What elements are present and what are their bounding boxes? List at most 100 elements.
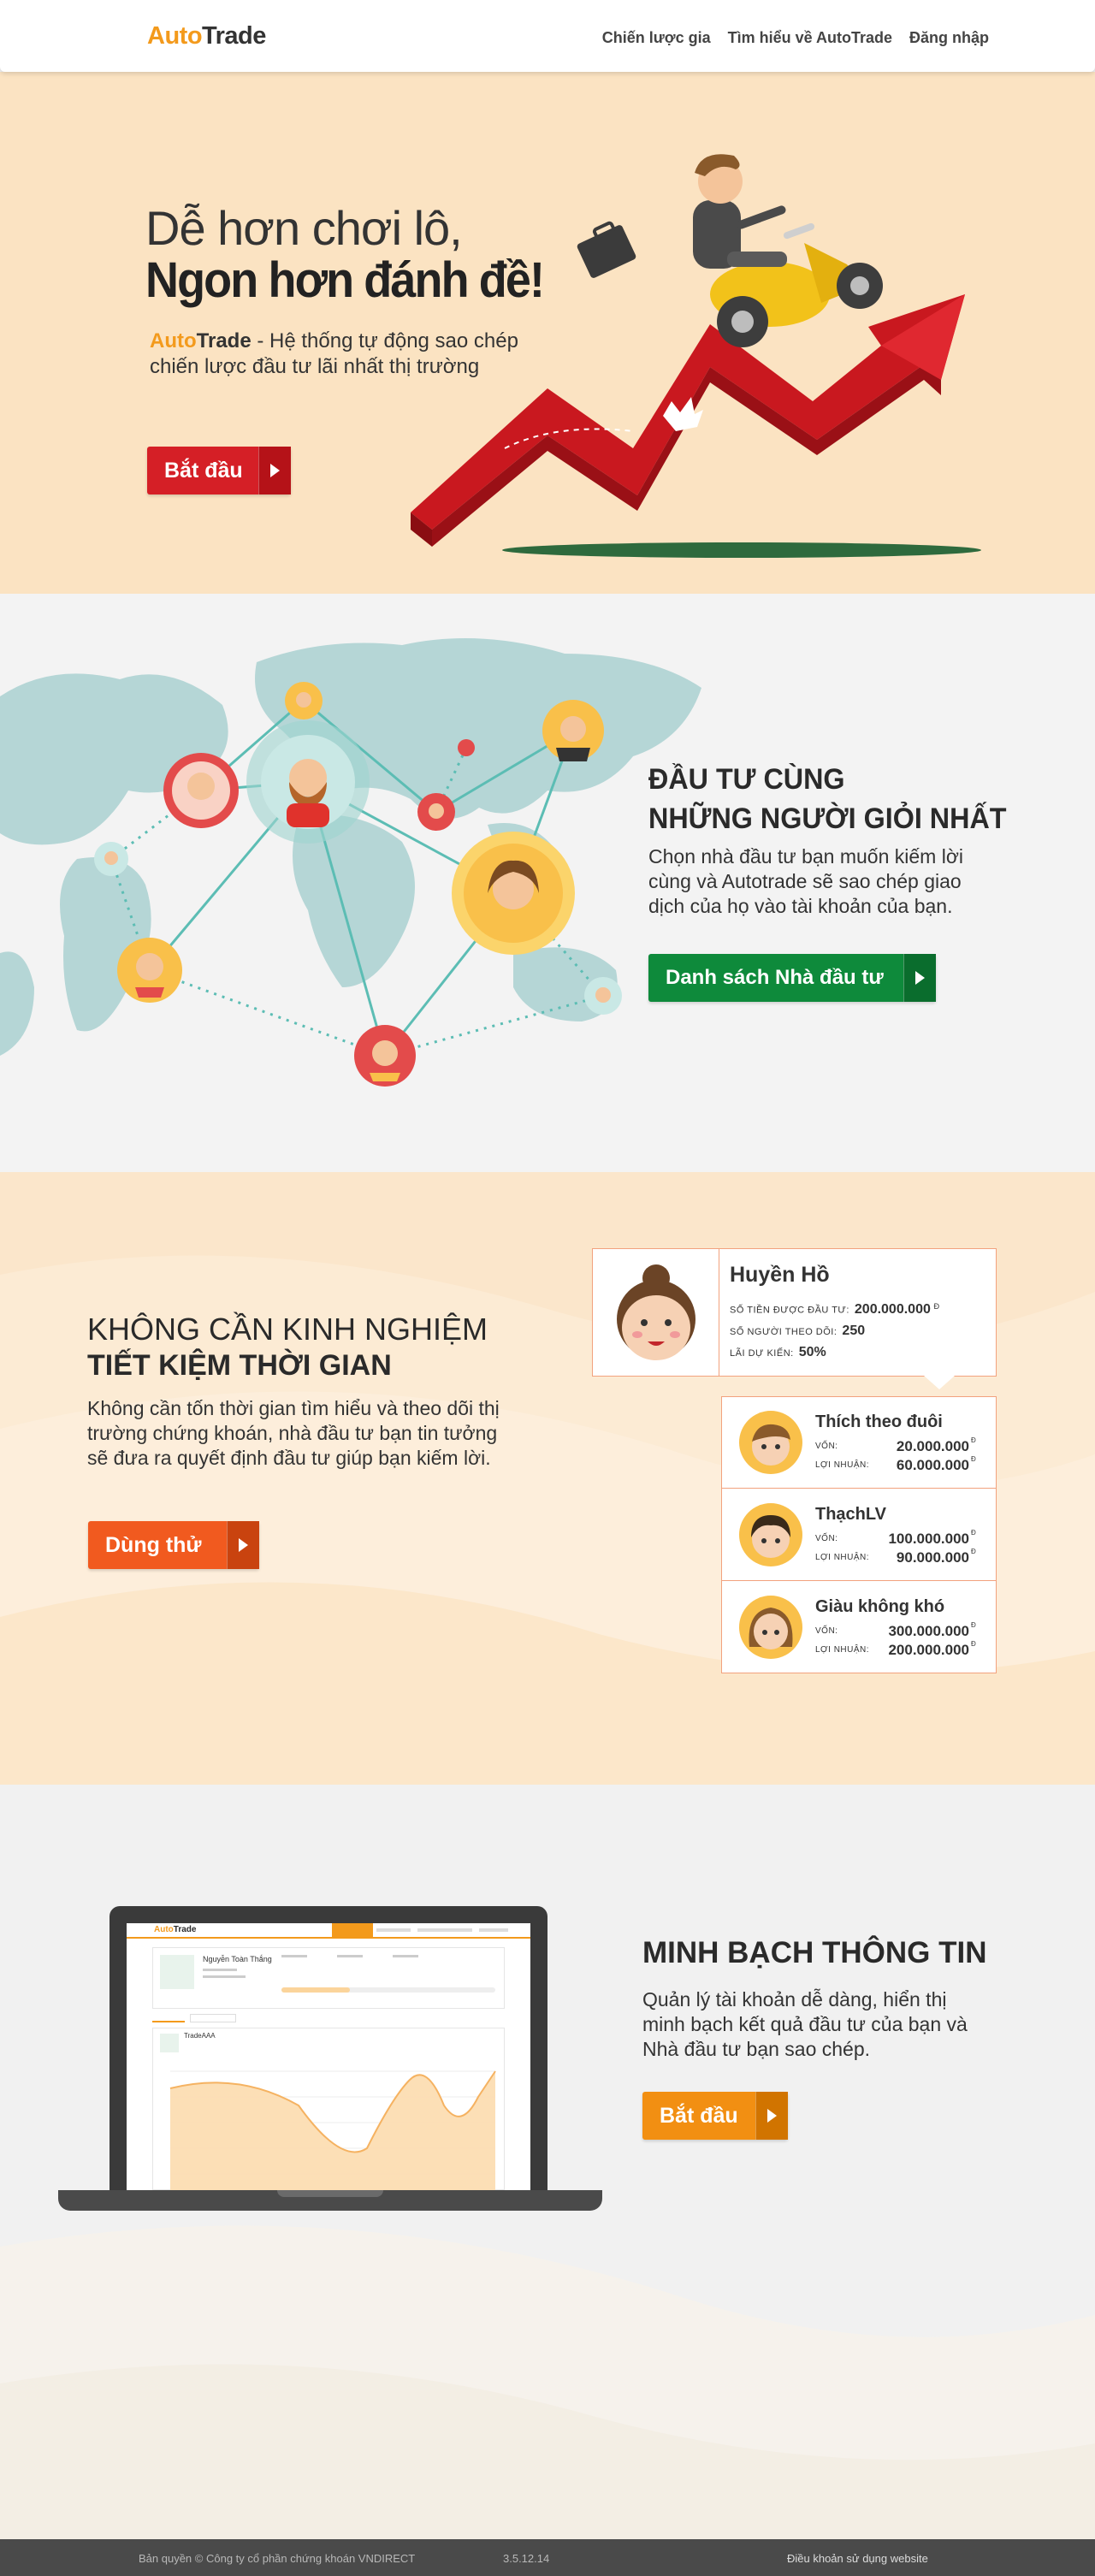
investors-text: Chọn nhà đầu tư bạn muốn kiếm lời cùng v…: [648, 845, 964, 917]
capital-label: Vốn:: [815, 1626, 838, 1636]
investors-title-line2: NHỮNG NGƯỜI GIỎI NHẤT: [648, 802, 1007, 835]
laptop-account-name: TradeAAA: [184, 2032, 216, 2040]
leader-invested-value: 200.000.000: [854, 1301, 931, 1317]
laptop-logo-auto: Auto: [154, 1925, 174, 1934]
currency-symbol: đ: [971, 1529, 977, 1537]
experience-title-line1: KHÔNG CẦN KINH NGHIỆM: [87, 1312, 488, 1347]
transparency-title: MINH BẠCH THÔNG TIN: [642, 1936, 987, 1969]
leader-info: Huyền Hồ Số tiền được đầu tư: 200.000.000…: [730, 1263, 940, 1364]
laptop-avatar: [160, 1955, 194, 1989]
nav-strategists[interactable]: Chiến lược gia: [602, 29, 711, 47]
currency-symbol: đ: [933, 1302, 940, 1311]
profit-value: 60.000.000: [896, 1457, 969, 1473]
leader-invested-label: Số tiền được đầu tư:: [730, 1305, 849, 1316]
leader-invested: Số tiền được đầu tư: 200.000.000 đ: [730, 1296, 940, 1321]
capital-label: Vốn:: [815, 1442, 838, 1451]
follower-name: Thích theo đuôi: [815, 1412, 943, 1431]
hero-start-button[interactable]: Bắt đầu: [147, 447, 291, 494]
footer-version: 3.5.12.14: [503, 2552, 550, 2565]
follower-name: Giàu không khó: [815, 1597, 945, 1616]
leader-expected: Lãi dự kiến: 50%: [730, 1342, 940, 1364]
try-button[interactable]: Dùng thử: [88, 1521, 259, 1569]
laptop-area-chart: [169, 2070, 496, 2190]
laptop-app-header: AutoTrade: [127, 1923, 530, 1939]
transparency-start-button[interactable]: Bắt đầu: [642, 2092, 788, 2140]
arrow-right-icon: [903, 954, 936, 1002]
currency-symbol: đ: [971, 1621, 977, 1629]
leader-card[interactable]: Huyền Hồ Số tiền được đầu tư: 200.000.000…: [592, 1248, 997, 1377]
followers-list: Thích theo đuôi Vốn: 20.000.000 đ Lợi nhuậ…: [721, 1396, 997, 1673]
profit-value: 90.000.000: [896, 1549, 969, 1566]
follower-capital: Vốn: 300.000.000 đ: [815, 1621, 976, 1639]
transparency-text: Quản lý tài khoản dễ dàng, hiển thị minh…: [642, 1988, 968, 2060]
follower-item[interactable]: ThạchLV Vốn: 100.000.000 đ Lợi nhuận: 90.00…: [722, 1489, 996, 1581]
transparency-start-label: Bắt đầu: [660, 2103, 738, 2128]
follower-avatar: [739, 1503, 802, 1566]
laptop-hinge: [277, 2190, 383, 2197]
capital-value: 300.000.000: [888, 1623, 969, 1639]
investor-list-button[interactable]: Danh sách Nhà đầu tư: [648, 954, 936, 1002]
hero-start-label: Bắt đầu: [164, 458, 243, 483]
hero-sub-brand-auto: Auto: [150, 329, 197, 352]
hero-section: Dễ hơn chơi lô, Ngon hơn đánh đề! AutoTr…: [0, 72, 1095, 594]
capital-label: Vốn:: [815, 1534, 838, 1543]
nav-about[interactable]: Tìm hiểu về AutoTrade: [728, 29, 892, 47]
follower-capital: Vốn: 100.000.000 đ: [815, 1529, 976, 1547]
laptop-profile-card: Nguyễn Toàn Thắng: [152, 1947, 505, 2009]
capital-value: 20.000.000: [896, 1438, 969, 1454]
leader-expected-label: Lãi dự kiến:: [730, 1347, 794, 1359]
nav-login[interactable]: Đăng nhập: [909, 29, 989, 47]
leader-followers-label: Số người theo dõi:: [730, 1326, 838, 1337]
follower-profit: Lợi nhuận: 60.000.000 đ: [815, 1455, 976, 1473]
laptop-logo-trade: Trade: [173, 1925, 197, 1934]
leader-name: Huyền Hồ: [730, 1263, 830, 1287]
logo-auto: Auto: [147, 22, 203, 50]
investors-title-line1: ĐẦU TƯ CÙNG: [648, 763, 845, 796]
laptop-chart-panel: TradeAAA: [152, 2028, 505, 2190]
currency-symbol: đ: [971, 1548, 977, 1555]
profit-label: Lợi nhuận:: [815, 1553, 870, 1562]
follower-item[interactable]: Giàu không khó Vốn: 300.000.000 đ Lợi nhuậ…: [722, 1582, 996, 1673]
follower-profit: Lợi nhuận: 90.000.000 đ: [815, 1548, 976, 1566]
follower-avatar: [739, 1411, 802, 1474]
leader-expected-value: 50%: [798, 1344, 826, 1359]
investors-title: ĐẦU TƯ CÙNG NHỮNG NGƯỜI GIỎI NHẤT: [648, 760, 1007, 838]
footer-copyright: Bản quyền © Công ty cổ phần chứng khoán …: [139, 2552, 416, 2565]
capital-value: 100.000.000: [888, 1531, 969, 1547]
try-label: Dùng thử: [105, 1532, 202, 1557]
hero-sub-brand-trade: Trade: [196, 329, 252, 352]
footer-terms-link[interactable]: Điều khoản sử dụng website: [787, 2552, 928, 2565]
page: AutoTrade Chiến lược gia Tìm hiểu về Aut…: [0, 0, 1095, 2576]
laptop-user-name: Nguyễn Toàn Thắng: [203, 1955, 272, 1963]
card-pointer: [924, 1376, 955, 1389]
hero-subtitle: AutoTrade - Hệ thống tự động sao chép ch…: [150, 329, 560, 380]
hero-title-line1: Dễ hơn chơi lô,: [145, 201, 463, 255]
currency-symbol: đ: [971, 1640, 977, 1648]
footer: Bản quyền © Công ty cổ phần chứng khoán …: [0, 2539, 1095, 2576]
arrow-right-icon: [227, 1521, 259, 1569]
logo[interactable]: AutoTrade: [147, 22, 266, 50]
leader-avatar: [593, 1249, 719, 1376]
follower-name: ThạchLV: [815, 1505, 886, 1524]
leader-followers: Số người theo dõi: 250: [730, 1321, 940, 1342]
currency-symbol: đ: [971, 1436, 977, 1444]
experience-title-line2: TIẾT KIỆM THỜI GIAN: [87, 1349, 392, 1382]
profit-value: 200.000.000: [888, 1642, 969, 1658]
main-nav: Chiến lược gia Tìm hiểu về AutoTrade Đăn…: [602, 29, 989, 47]
profit-label: Lợi nhuận:: [815, 1645, 870, 1655]
transparency-section: AutoTrade Nguyễn Toàn Thắng TradeAAA: [0, 1785, 1095, 2539]
hero-title-line2: Ngon hơn đánh đề!: [145, 252, 545, 308]
laptop-app-logo: AutoTrade: [154, 1925, 196, 1934]
currency-symbol: đ: [971, 1455, 977, 1463]
leader-followers-value: 250: [842, 1323, 866, 1338]
follower-item[interactable]: Thích theo đuôi Vốn: 20.000.000 đ Lợi nhuậ…: [722, 1397, 996, 1489]
world-network-illustration: [0, 638, 701, 1087]
logo-trade: Trade: [202, 22, 266, 50]
header: AutoTrade Chiến lược gia Tìm hiểu về Aut…: [0, 0, 1095, 72]
experience-text: Không cần tốn thời gian tìm hiểu và theo…: [87, 1397, 500, 1469]
follower-avatar: [739, 1596, 802, 1659]
follower-profit: Lợi nhuận: 200.000.000 đ: [815, 1640, 976, 1658]
laptop-screen: AutoTrade Nguyễn Toàn Thắng TradeAAA: [127, 1923, 530, 2190]
profit-label: Lợi nhuận:: [815, 1460, 870, 1470]
investor-list-label: Danh sách Nhà đầu tư: [666, 966, 884, 989]
